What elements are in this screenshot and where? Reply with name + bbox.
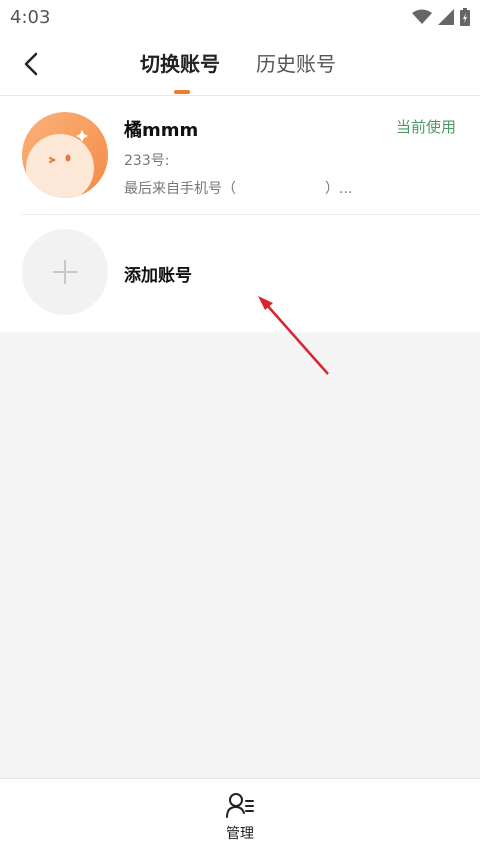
account-list: 橘mmm 233号: 最后来自手机号（ ）... 当前使用 添加账号 — [0, 96, 480, 332]
bottom-bar: 管理 — [0, 778, 480, 854]
tab-indicator — [174, 90, 190, 94]
add-account-label: 添加账号 — [124, 266, 192, 286]
status-icons — [412, 8, 470, 26]
battery-icon — [460, 8, 470, 26]
current-use-badge: 当前使用 — [396, 118, 457, 136]
manage-label: 管理 — [226, 826, 254, 842]
account-last-source: 最后来自手机号（ ）... — [124, 181, 353, 197]
signal-icon — [438, 9, 454, 25]
account-item[interactable]: 橘mmm 233号: 最后来自手机号（ ）... 当前使用 — [0, 96, 480, 214]
tab-switch-account[interactable]: 切换账号 — [140, 48, 220, 77]
header: 切换账号 历史账号 — [0, 34, 480, 96]
tab-history-account[interactable]: 历史账号 — [256, 48, 336, 77]
wifi-icon — [412, 9, 432, 24]
add-account-circle — [22, 229, 108, 315]
status-time: 4:03 — [10, 6, 51, 28]
manage-button[interactable]: 管理 — [210, 791, 270, 851]
account-id: 233号: — [124, 153, 170, 169]
back-button[interactable] — [16, 48, 48, 80]
chevron-left-icon — [24, 52, 38, 76]
status-bar: 4:03 — [0, 0, 480, 34]
avatar — [22, 112, 108, 198]
user-list-icon — [226, 793, 254, 818]
plus-icon — [53, 260, 77, 284]
account-name: 橘mmm — [124, 120, 199, 141]
add-account-button[interactable]: 添加账号 — [0, 215, 480, 332]
